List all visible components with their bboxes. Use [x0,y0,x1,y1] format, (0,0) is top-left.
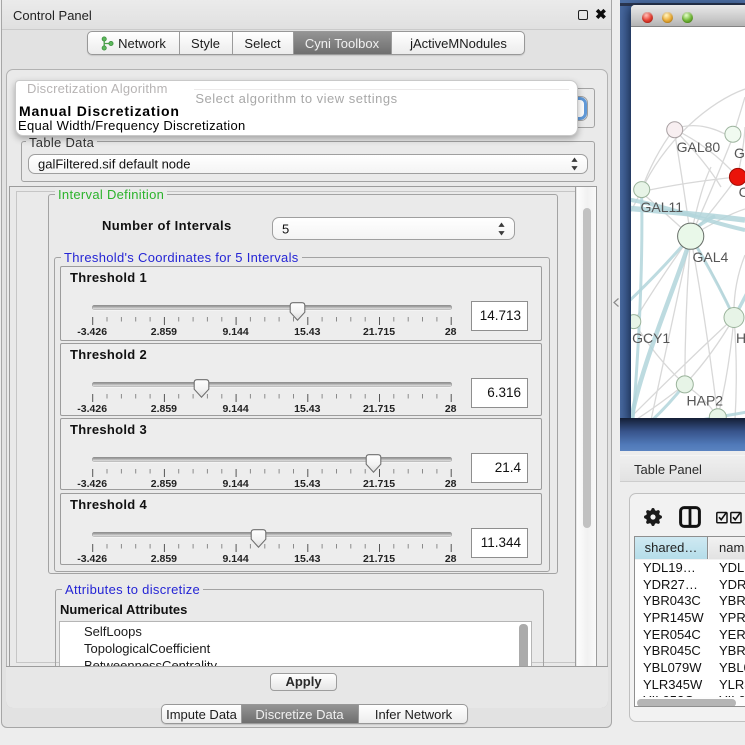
svg-text:GAL11: GAL11 [641,199,684,215]
svg-text:GAL4: GAL4 [693,249,729,265]
svg-text:GAL80: GAL80 [677,139,721,155]
svg-text:C: C [739,184,745,200]
svg-text:GAL: GAL [734,145,745,161]
svg-text:HAP2: HAP2 [687,393,724,409]
svg-text:H: H [736,330,745,346]
svg-text:GCY1: GCY1 [632,330,670,346]
